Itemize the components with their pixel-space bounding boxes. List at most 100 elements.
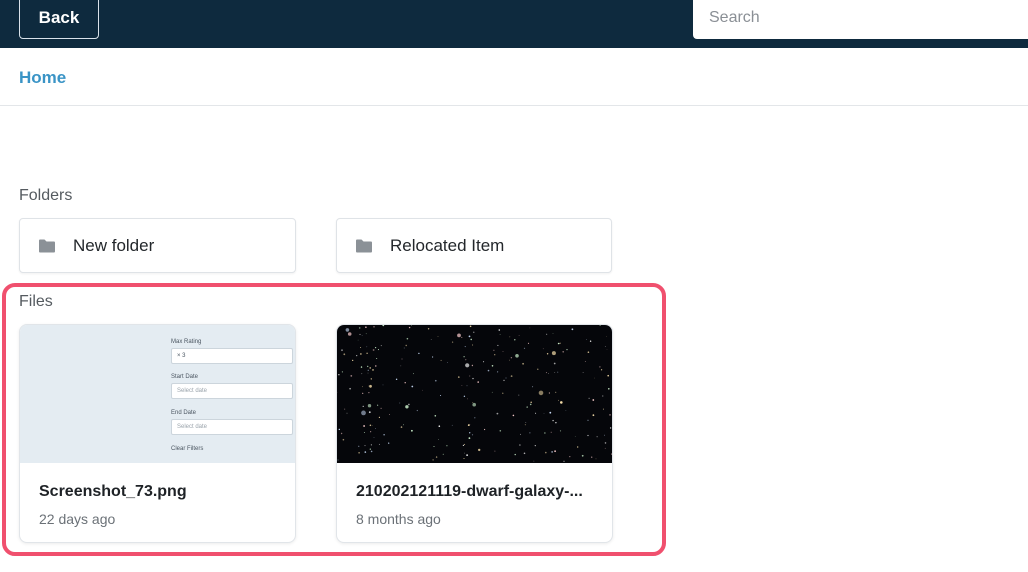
star xyxy=(463,356,465,358)
star xyxy=(338,374,340,376)
star xyxy=(472,377,474,380)
file-card-dwarf-galaxy[interactable]: 210202121119-dwarf-galaxy-... 8 months a… xyxy=(336,324,613,543)
star xyxy=(451,424,453,426)
breadcrumb-home-link[interactable]: Home xyxy=(19,68,66,88)
star xyxy=(472,344,474,346)
star xyxy=(362,405,364,407)
star xyxy=(372,369,374,371)
star xyxy=(434,415,437,417)
star xyxy=(606,336,607,337)
star xyxy=(551,351,556,356)
star xyxy=(551,451,553,453)
star xyxy=(369,384,372,388)
folder-icon xyxy=(39,239,55,252)
star xyxy=(484,428,486,431)
star xyxy=(535,412,537,414)
star xyxy=(549,411,552,414)
star xyxy=(383,434,385,436)
star xyxy=(574,436,576,437)
top-bar: Back xyxy=(0,0,1028,48)
star xyxy=(602,408,604,410)
star xyxy=(532,386,534,388)
star xyxy=(608,388,610,390)
star xyxy=(599,325,601,326)
star xyxy=(388,442,390,444)
star xyxy=(404,382,406,384)
thumb-start-date-label: Start Date xyxy=(171,374,199,380)
star xyxy=(491,391,493,393)
star xyxy=(473,331,475,333)
star xyxy=(368,385,369,387)
star xyxy=(534,445,536,447)
folder-card-relocated-item[interactable]: Relocated Item xyxy=(336,218,612,273)
star xyxy=(563,460,565,462)
star xyxy=(406,337,409,340)
star xyxy=(362,392,364,394)
star xyxy=(377,404,379,406)
star xyxy=(380,407,382,409)
star xyxy=(468,335,471,338)
star xyxy=(606,349,608,350)
star xyxy=(365,326,367,328)
star xyxy=(491,365,494,367)
star xyxy=(370,444,372,446)
star xyxy=(581,454,584,457)
star xyxy=(338,428,340,431)
star xyxy=(376,358,378,359)
star xyxy=(546,333,548,335)
star xyxy=(467,398,468,400)
thumb-max-rating-label: Max Rating xyxy=(171,339,202,345)
star xyxy=(529,403,532,406)
star xyxy=(365,333,367,335)
star xyxy=(592,399,595,401)
star xyxy=(509,359,510,361)
star xyxy=(586,339,587,340)
star xyxy=(364,445,366,447)
thumb-end-date-label: End Date xyxy=(171,410,197,416)
star xyxy=(522,362,524,365)
star xyxy=(408,403,410,406)
file-name: 210202121119-dwarf-galaxy-... xyxy=(356,483,583,500)
star xyxy=(546,353,549,355)
star xyxy=(375,347,377,349)
search-input[interactable] xyxy=(693,0,1028,39)
star xyxy=(400,426,403,428)
star xyxy=(346,412,348,414)
star xyxy=(382,325,385,327)
star xyxy=(343,353,346,356)
star xyxy=(543,413,545,414)
star xyxy=(368,411,371,414)
star xyxy=(438,425,441,427)
star xyxy=(542,348,544,350)
star xyxy=(493,349,495,351)
star xyxy=(341,349,343,352)
folder-card-new-folder[interactable]: New folder xyxy=(19,218,296,273)
star xyxy=(587,419,589,421)
star xyxy=(416,409,418,412)
file-card-screenshot[interactable]: Max Rating × 3 Start Date Select date En… xyxy=(19,324,296,543)
star xyxy=(442,453,444,455)
star xyxy=(430,339,432,340)
star xyxy=(558,399,559,401)
star xyxy=(370,378,372,380)
star xyxy=(375,428,376,429)
star xyxy=(604,447,606,449)
star xyxy=(557,342,560,345)
back-button[interactable]: Back xyxy=(19,0,99,39)
star xyxy=(554,450,556,453)
star xyxy=(361,373,363,375)
star xyxy=(518,394,520,396)
star xyxy=(552,333,554,334)
star xyxy=(373,437,375,438)
star xyxy=(499,430,502,432)
star xyxy=(498,329,501,331)
star xyxy=(523,347,526,349)
star xyxy=(469,423,471,425)
star xyxy=(352,359,354,361)
star xyxy=(356,355,358,357)
star xyxy=(562,351,564,353)
star xyxy=(494,354,496,356)
star xyxy=(378,443,380,445)
star xyxy=(467,424,470,426)
star xyxy=(469,325,472,328)
